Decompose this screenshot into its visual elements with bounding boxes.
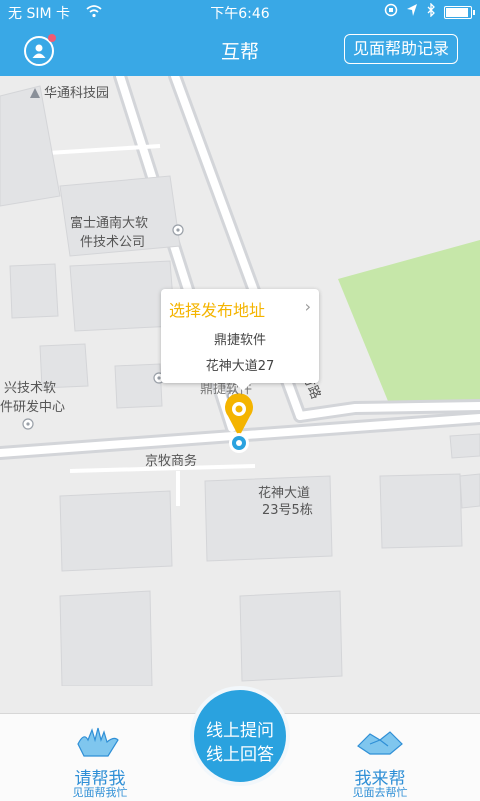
map-label-park: 华通科技园 xyxy=(44,86,110,101)
ask-help-tab[interactable]: 请帮我 见面帮我忙 xyxy=(30,714,170,801)
map-label-jingmu: 京牧商务 xyxy=(145,454,198,469)
offer-help-tab[interactable]: 我来帮 见面去帮忙 xyxy=(310,714,450,801)
map-label-building2-line1: 兴技术软 xyxy=(4,381,57,396)
map-label-building1-line1: 富士通南大软 xyxy=(70,216,149,231)
popup-title: 选择发布地址 xyxy=(169,301,266,320)
popup-address: 花神大道27 xyxy=(205,359,275,374)
help-record-button[interactable]: 见面帮助记录 xyxy=(343,34,458,64)
online-ask-label: 线上提问 xyxy=(206,721,274,741)
map-view[interactable]: 华通科技园 富士通南大软 件技术公司 兴技术软 件研发中心 鼎捷软件 京牧商务 … xyxy=(0,76,480,686)
waving-hands-icon xyxy=(77,727,119,757)
popup-place-name: 鼎捷软件 xyxy=(213,333,266,348)
address-popup[interactable]: 选择发布地址 › 鼎捷软件 花神大道27 xyxy=(161,289,319,391)
nav-bar: 互帮 见面帮助记录 xyxy=(0,24,480,76)
battery-icon xyxy=(444,5,475,19)
ask-help-sublabel: 见面帮我忙 xyxy=(72,786,128,799)
orientation-lock-icon xyxy=(384,3,398,21)
handshake-icon xyxy=(357,731,403,755)
park-area xyxy=(338,240,480,406)
bluetooth-icon xyxy=(426,2,436,21)
offer-help-sublabel: 见面去帮忙 xyxy=(352,786,408,799)
map-label-avenue-line2: 23号5栋 xyxy=(262,503,313,518)
chevron-right-icon: › xyxy=(304,297,311,316)
location-icon xyxy=(406,3,418,21)
map-label-building2-line2: 件研发中心 xyxy=(0,400,66,415)
status-bar: 无 SIM 卡 下午6:46 xyxy=(0,0,480,24)
online-qa-button[interactable]: 线上提问 线上回答 xyxy=(190,686,290,786)
current-location-icon xyxy=(229,433,249,453)
online-answer-label: 线上回答 xyxy=(206,745,274,765)
map-label-building1-line2: 件技术公司 xyxy=(80,235,146,250)
